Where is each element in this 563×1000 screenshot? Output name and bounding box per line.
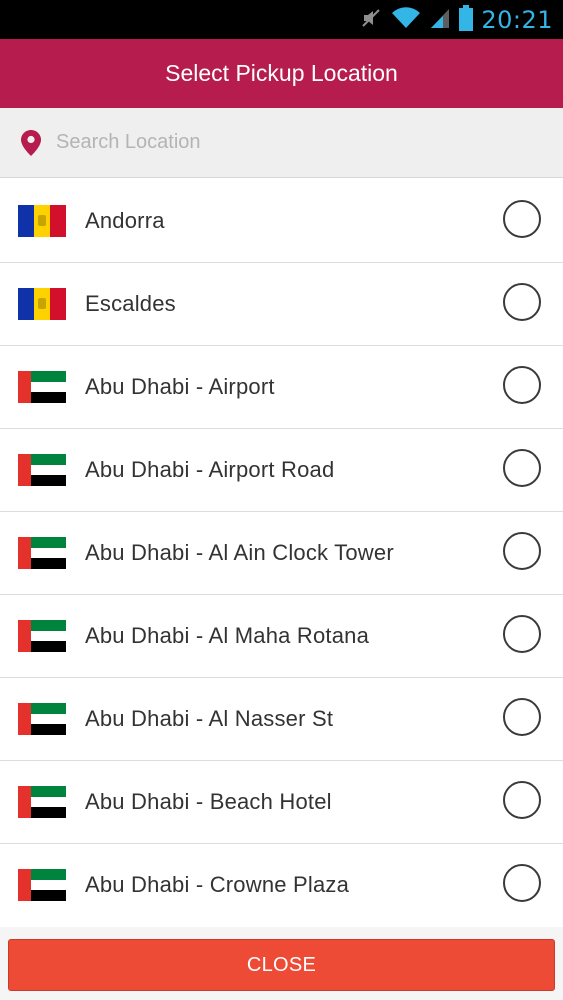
radio-button[interactable]	[503, 449, 541, 487]
location-name: Abu Dhabi - Airport	[85, 374, 275, 399]
uae-flag-icon	[18, 869, 66, 901]
page-title: Select Pickup Location	[165, 60, 398, 86]
location-name: Abu Dhabi - Airport Road	[85, 457, 335, 482]
location-name: Abu Dhabi - Al Maha Rotana	[85, 623, 370, 648]
radio-button[interactable]	[503, 615, 541, 653]
wifi-icon	[391, 6, 421, 34]
status-icons: 20:21	[359, 0, 553, 39]
list-item[interactable]: Abu Dhabi - Airport	[0, 346, 563, 429]
list-item[interactable]: Abu Dhabi - Crowne Plaza	[0, 844, 563, 926]
radio-button[interactable]	[503, 200, 541, 238]
battery-icon	[459, 4, 474, 35]
location-pin-icon	[20, 129, 42, 157]
radio-button[interactable]	[503, 698, 541, 736]
radio-button[interactable]	[503, 283, 541, 321]
close-button[interactable]: CLOSE	[8, 939, 555, 991]
footer-bar: CLOSE	[0, 927, 563, 1000]
search-bar	[0, 108, 563, 178]
radio-button[interactable]	[503, 864, 541, 902]
list-item[interactable]: Abu Dhabi - Al Ain Clock Tower	[0, 512, 563, 595]
uae-flag-icon	[18, 371, 66, 403]
location-name: Abu Dhabi - Al Nasser St	[85, 706, 334, 731]
location-name: Abu Dhabi - Al Ain Clock Tower	[85, 540, 394, 565]
status-time: 20:21	[481, 5, 553, 34]
list-item[interactable]: Abu Dhabi - Airport Road	[0, 429, 563, 512]
signal-icon	[429, 6, 451, 34]
radio-button[interactable]	[503, 781, 541, 819]
uae-flag-icon	[18, 454, 66, 486]
location-name: Abu Dhabi - Crowne Plaza	[85, 872, 350, 897]
uae-flag-icon	[18, 703, 66, 735]
location-name: Escaldes	[85, 291, 176, 316]
location-list: Andorra Escaldes Abu Dhabi - Airport Abu…	[0, 180, 563, 926]
list-item[interactable]: Andorra	[0, 180, 563, 263]
andorra-flag-icon	[18, 288, 66, 320]
location-name: Abu Dhabi - Beach Hotel	[85, 789, 332, 814]
list-item[interactable]: Abu Dhabi - Al Maha Rotana	[0, 595, 563, 678]
search-input[interactable]	[56, 122, 536, 163]
list-item[interactable]: Abu Dhabi - Beach Hotel	[0, 761, 563, 844]
uae-flag-icon	[18, 620, 66, 652]
radio-button[interactable]	[503, 532, 541, 570]
list-item[interactable]: Abu Dhabi - Al Nasser St	[0, 678, 563, 761]
status-bar: 20:21	[0, 0, 563, 39]
uae-flag-icon	[18, 786, 66, 818]
radio-button[interactable]	[503, 366, 541, 404]
uae-flag-icon	[18, 537, 66, 569]
location-name: Andorra	[85, 208, 165, 233]
list-item[interactable]: Escaldes	[0, 263, 563, 346]
app-header: Select Pickup Location	[0, 39, 563, 108]
mute-icon	[359, 6, 383, 34]
andorra-flag-icon	[18, 205, 66, 237]
